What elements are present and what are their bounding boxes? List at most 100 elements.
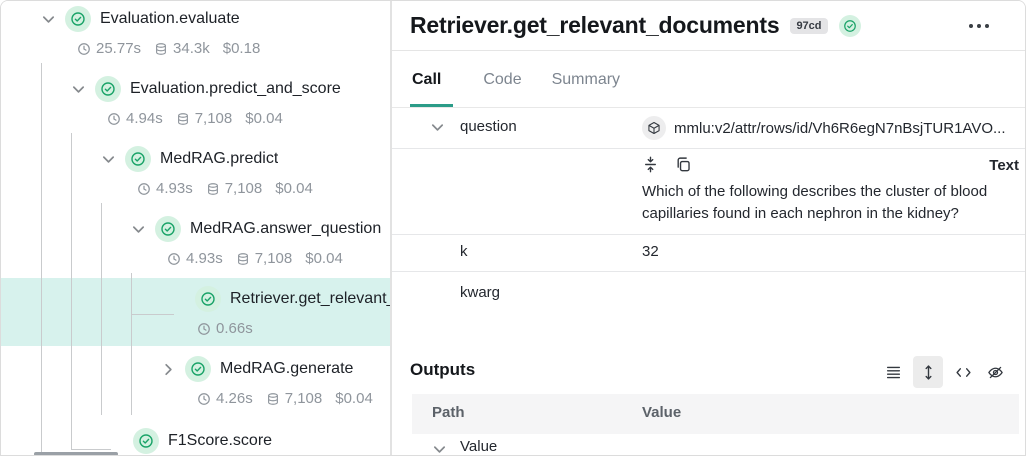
chevron-down-icon[interactable] — [61, 82, 95, 97]
cost-text: $0.04 — [335, 390, 373, 407]
cost-text: $0.04 — [305, 250, 343, 267]
tokens-icon — [236, 252, 250, 266]
tree-node-stats: 4.26s 7,108 $0.04 — [197, 390, 373, 407]
duration-text: 4.26s — [216, 390, 253, 407]
input-key-label: question — [460, 118, 517, 135]
tree-node-label: F1Score.score — [168, 432, 272, 450]
status-success-icon — [839, 15, 861, 37]
cost-text: $0.04 — [245, 110, 283, 127]
cost-text: $0.18 — [223, 40, 261, 57]
tree-guide-line — [101, 203, 102, 415]
tree-node-f1score[interactable]: F1Score.score — [133, 428, 272, 454]
tree-node-label: Evaluation.predict_and_score — [130, 80, 341, 98]
detail-header: Retriever.get_relevant_documents 97cd — [392, 1, 1026, 51]
tree-connector-line — [131, 314, 174, 315]
tree-node-stats: 4.93s 7,108 $0.04 — [137, 180, 313, 197]
table-header-band — [412, 394, 1019, 434]
chevron-down-icon[interactable] — [432, 442, 447, 456]
tokens-icon — [266, 392, 280, 406]
chevron-down-icon[interactable] — [121, 222, 155, 237]
input-row-question: question mmlu:v2/attr/rows/id/Vh6R6egN7n… — [392, 108, 1026, 149]
tree-connector-line — [71, 449, 111, 450]
tree-node-answer-question[interactable]: MedRAG.answer_question — [121, 216, 381, 242]
tab-call[interactable]: Call — [410, 51, 453, 107]
chevron-right-icon[interactable] — [151, 362, 185, 377]
tree-guide-line — [41, 63, 42, 456]
tree-node-label: MedRAG.predict — [160, 150, 278, 168]
question-expanded-content: Text Which of the following describes th… — [392, 149, 1026, 235]
input-key-label: k — [460, 243, 468, 260]
duration-text: 4.93s — [186, 250, 223, 267]
horizontal-scrollbar-thumb[interactable] — [34, 452, 118, 456]
tab-code[interactable]: Code — [483, 51, 521, 107]
column-header-path: Path — [432, 404, 465, 421]
clock-icon — [77, 42, 91, 56]
tree-node-medrag-predict[interactable]: MedRAG.predict — [91, 146, 278, 172]
tree-node-evaluate[interactable]: Evaluation.evaluate — [31, 6, 240, 32]
clock-icon — [107, 112, 121, 126]
status-success-icon — [185, 356, 211, 382]
expand-rows-icon[interactable] — [913, 356, 943, 388]
hide-eye-off-icon[interactable] — [983, 360, 1007, 384]
tree-node-label: MedRAG.answer_question — [190, 220, 381, 238]
tree-node-predict-and-score[interactable]: Evaluation.predict_and_score — [61, 76, 341, 102]
tokens-text: 7,108 — [285, 390, 323, 407]
tree-node-stats: 4.94s 7,108 $0.04 — [107, 110, 283, 127]
status-success-icon — [155, 216, 181, 242]
duration-text: 4.94s — [126, 110, 163, 127]
input-value: 32 — [642, 243, 659, 260]
trace-viewer: Evaluation.evaluate 25.77s 34.3k $0.18 E… — [0, 0, 1026, 456]
tokens-text: 34.3k — [173, 40, 210, 57]
input-key-label: kwarg — [460, 284, 500, 301]
copy-icon[interactable] — [675, 156, 695, 176]
tokens-icon — [176, 112, 190, 126]
duration-text: 0.66s — [216, 320, 253, 337]
clock-icon — [197, 322, 211, 336]
object-ref-text: mmlu:v2/attr/rows/id/Vh6R6egN7nBsjTUR1AV… — [674, 120, 1006, 137]
tree-node-label: Retriever.get_relevant_documents — [230, 290, 390, 308]
status-success-icon — [65, 6, 91, 32]
input-row-kwarg: kwarg — [392, 272, 1026, 314]
status-success-icon — [195, 286, 221, 312]
tokens-text: 7,108 — [225, 180, 263, 197]
trace-tree-panel: Evaluation.evaluate 25.77s 34.3k $0.18 E… — [1, 1, 391, 456]
status-success-icon — [133, 428, 159, 454]
tree-node-label: MedRAG.generate — [220, 360, 353, 378]
page-title: Retriever.get_relevant_documents — [410, 12, 779, 39]
tree-node-retriever-selected[interactable]: Retriever.get_relevant_documents — [195, 286, 390, 312]
chevron-down-icon[interactable] — [430, 120, 445, 140]
code-view-icon[interactable] — [951, 360, 975, 384]
chevron-down-icon[interactable] — [31, 12, 65, 27]
value-type-label[interactable]: Text — [989, 157, 1019, 174]
cost-text: $0.04 — [275, 180, 313, 197]
tree-guide-line — [131, 273, 132, 415]
tree-node-stats: 0.66s — [197, 320, 253, 337]
tokens-icon — [154, 42, 168, 56]
question-text: Which of the following describes the clu… — [642, 181, 1022, 225]
status-success-icon — [95, 76, 121, 102]
clock-icon — [167, 252, 181, 266]
duration-text: 4.93s — [156, 180, 193, 197]
collapse-vertical-icon[interactable] — [642, 156, 662, 176]
detail-tabs: Call Code Summary — [392, 51, 1026, 108]
output-path-label: Value — [460, 438, 497, 455]
outputs-table-header: Path Value — [392, 394, 1026, 434]
tab-summary[interactable]: Summary — [552, 51, 620, 107]
outputs-heading: Outputs — [410, 360, 475, 380]
clock-icon — [137, 182, 151, 196]
input-row-k: k 32 — [392, 235, 1026, 272]
tokens-icon — [206, 182, 220, 196]
object-ref-link[interactable]: mmlu:v2/attr/rows/id/Vh6R6egN7nBsjTUR1AV… — [642, 116, 1006, 140]
call-id-badge[interactable]: 97cd — [790, 18, 827, 34]
tree-node-stats: 4.93s 7,108 $0.04 — [167, 250, 343, 267]
duration-text: 25.77s — [96, 40, 141, 57]
tokens-text: 7,108 — [255, 250, 293, 267]
column-header-value: Value — [642, 404, 681, 421]
compact-list-icon[interactable] — [881, 360, 905, 384]
overflow-menu-icon[interactable] — [969, 24, 989, 28]
output-row-value[interactable]: Value — [392, 434, 1026, 456]
tree-node-medrag-generate[interactable]: MedRAG.generate — [151, 356, 353, 382]
chevron-down-icon[interactable] — [91, 152, 125, 167]
call-detail-panel: Retriever.get_relevant_documents 97cd Ca… — [391, 1, 1026, 456]
clock-icon — [197, 392, 211, 406]
